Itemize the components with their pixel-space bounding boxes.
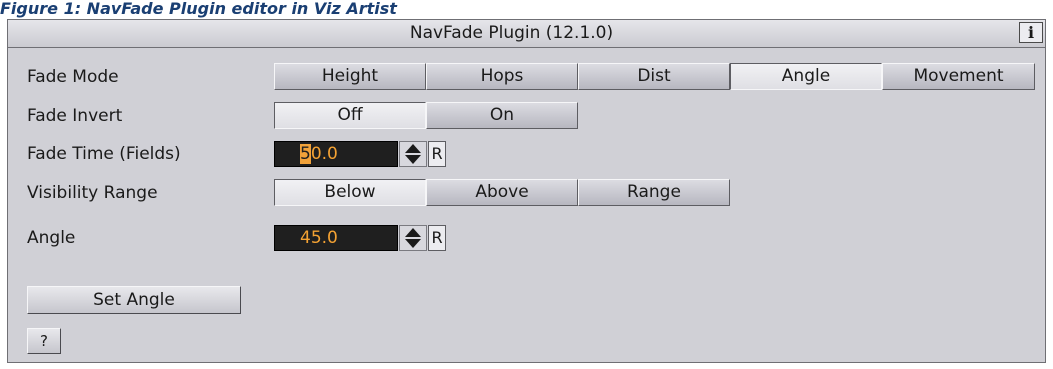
fade-mode-dist-button[interactable]: Dist — [578, 63, 730, 90]
fade-time-label: Fade Time (Fields) — [27, 144, 181, 164]
fade-invert-on-button[interactable]: On — [426, 102, 578, 129]
fade-mode-angle-button[interactable]: Angle — [730, 63, 882, 90]
visibility-range-button[interactable]: Range — [578, 179, 730, 206]
angle-reset-button[interactable]: R — [428, 225, 446, 251]
fade-mode-label: Fade Mode — [27, 67, 119, 87]
fade-invert-label: Fade Invert — [27, 106, 123, 126]
fade-time-reset-button[interactable]: R — [428, 141, 446, 167]
fade-mode-movement-button[interactable]: Movement — [882, 63, 1035, 90]
spinner-up-arrow-icon[interactable] — [405, 228, 421, 237]
fade-time-selected-text: 5 — [300, 144, 311, 164]
navfade-plugin-panel: NavFade Plugin (12.1.0) i Fade Mode Heig… — [7, 19, 1046, 363]
panel-titlebar: NavFade Plugin (12.1.0) i — [8, 20, 1045, 48]
angle-input[interactable]: 45.0 — [274, 225, 398, 251]
angle-label: Angle — [27, 228, 76, 248]
fade-mode-hops-button[interactable]: Hops — [426, 63, 578, 90]
panel-title: NavFade Plugin (12.1.0) — [409, 23, 614, 43]
spinner-down-arrow-icon[interactable] — [405, 239, 421, 248]
visibility-above-button[interactable]: Above — [426, 179, 578, 206]
set-angle-button[interactable]: Set Angle — [27, 286, 241, 314]
angle-spinner-icon[interactable] — [399, 225, 427, 251]
fade-invert-off-button[interactable]: Off — [274, 102, 426, 129]
fade-time-spinner-icon[interactable] — [399, 141, 427, 167]
visibility-range-label: Visibility Range — [27, 183, 158, 203]
fade-time-value-rest: 0.0 — [310, 144, 338, 164]
info-icon[interactable]: i — [1019, 22, 1043, 43]
help-button[interactable]: ? — [27, 328, 61, 354]
fade-time-input[interactable]: 50.0 — [274, 141, 398, 167]
spinner-down-arrow-icon[interactable] — [405, 155, 421, 164]
visibility-below-button[interactable]: Below — [274, 179, 426, 206]
fade-mode-height-button[interactable]: Height — [274, 63, 426, 90]
spinner-up-arrow-icon[interactable] — [405, 144, 421, 153]
figure-caption: Figure 1: NavFade Plugin editor in Viz A… — [0, 0, 397, 18]
